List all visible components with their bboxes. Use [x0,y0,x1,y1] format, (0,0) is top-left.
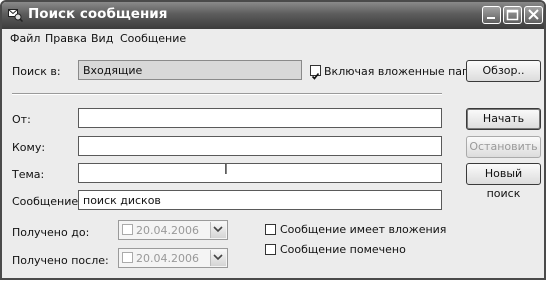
close-icon [528,9,539,20]
menu-message[interactable]: Сообщение [120,32,186,45]
message-label: Сообщение: [12,195,82,208]
received-after-combo[interactable]: 20.04.2006 [118,248,228,268]
chevron-down-icon [213,226,223,233]
menu-bar: Файл Правка Вид Сообщение [2,29,544,48]
received-before-label: Получено до: [12,226,90,239]
subject-label: Тема: [12,168,45,181]
to-label: Кому: [12,141,46,154]
maximize-button[interactable] [503,6,522,24]
received-after-checkbox[interactable] [122,252,133,263]
to-field[interactable] [78,136,442,156]
chevron-down-icon [213,254,223,261]
from-label: От: [12,113,31,126]
search-in-field[interactable]: Входящие [78,60,302,80]
menu-file[interactable]: Файл [10,32,40,45]
received-after-value: 20.04.2006 [136,252,199,265]
subject-field[interactable] [78,163,442,183]
flagged-label: Сообщение помечено [280,243,406,256]
received-before-combo[interactable]: 20.04.2006 [118,220,228,240]
title-bar[interactable]: Поиск сообщения [2,2,544,29]
include-subfolders-checkbox[interactable] [310,65,321,80]
received-after-label: Получено после: [12,254,109,267]
include-subfolders-label: Включая вложенные папки [324,65,484,78]
from-field[interactable] [78,108,442,128]
search-in-label: Поиск в: [12,65,61,78]
flagged-checkbox[interactable] [265,244,276,255]
window-title: Поиск сообщения [28,6,168,22]
message-field[interactable]: поиск дисков [78,190,442,210]
separator [12,93,442,95]
dropdown-arrow[interactable] [210,222,226,238]
menu-view[interactable]: Вид [91,32,113,45]
has-attachments-checkbox[interactable] [265,224,276,235]
browse-button[interactable]: Обзор.. [466,60,541,82]
menu-edit[interactable]: Правка [45,32,87,45]
start-search-button[interactable]: Начать поиск [466,108,541,145]
search-message-window: Поиск сообщения Файл Правка Вид Сообщени… [0,0,546,280]
minimize-button[interactable] [482,6,501,24]
checkmark-icon [311,73,320,80]
has-attachments-label: Сообщение имеет вложения [280,223,447,236]
find-message-icon [8,9,23,22]
text-cursor-icon: I [224,163,228,178]
minimize-icon [487,17,495,19]
received-before-checkbox[interactable] [122,224,133,235]
new-search-button[interactable]: Новый поиск [466,163,541,200]
dropdown-arrow[interactable] [210,250,226,266]
received-before-value: 20.04.2006 [136,224,199,237]
maximize-icon [506,9,519,21]
stop-button[interactable]: Остановить [466,136,541,158]
close-button[interactable] [524,6,543,24]
